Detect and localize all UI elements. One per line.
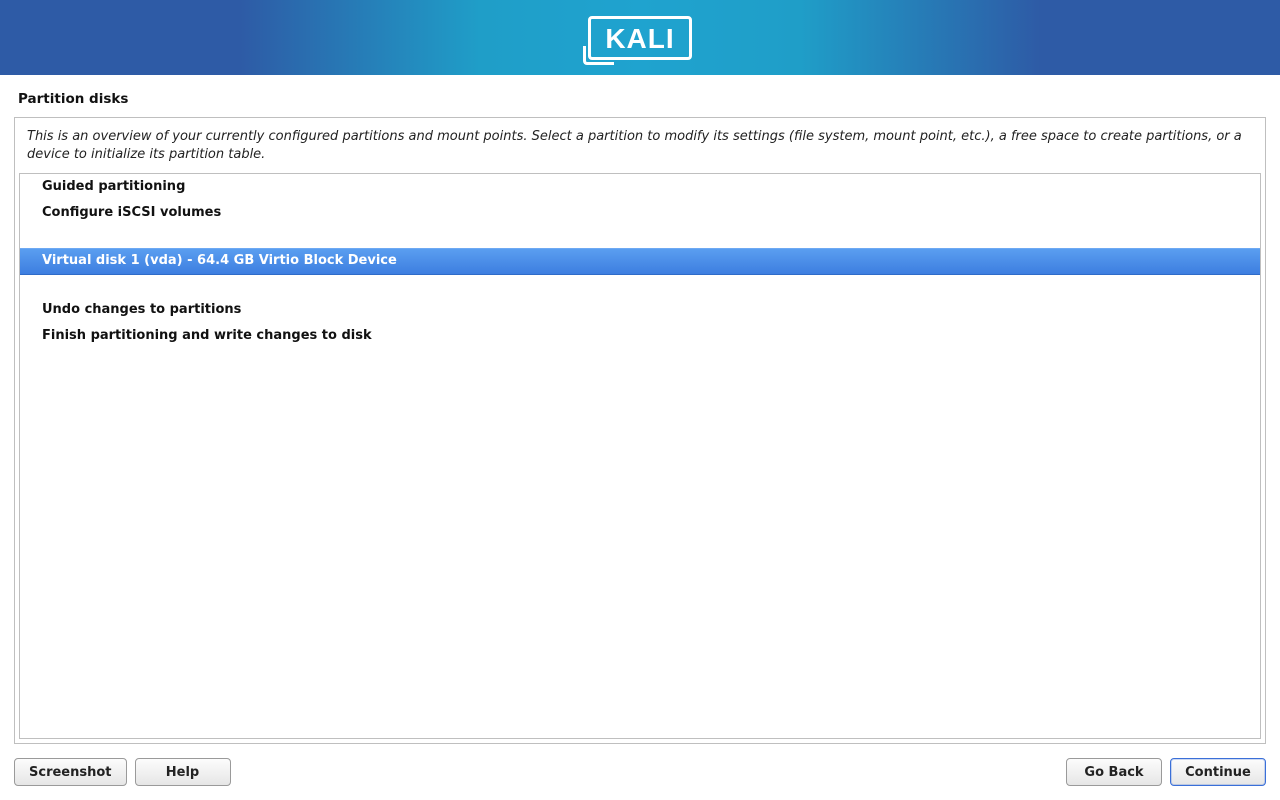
kali-logo: KALI	[588, 16, 691, 60]
continue-button[interactable]: Continue	[1170, 758, 1266, 786]
list-item-configure-iscsi[interactable]: Configure iSCSI volumes	[20, 200, 1260, 226]
list-item-undo-changes[interactable]: Undo changes to partitions	[20, 297, 1260, 323]
installer-banner: KALI	[0, 0, 1280, 75]
content-panel: This is an overview of your currently co…	[14, 117, 1266, 744]
list-item-guided-partitioning[interactable]: Guided partitioning	[20, 174, 1260, 200]
banner-center: KALI	[240, 0, 1040, 75]
partition-listbox[interactable]: Guided partitioning Configure iSCSI volu…	[19, 173, 1261, 739]
help-button[interactable]: Help	[135, 758, 231, 786]
list-separator	[20, 275, 1260, 297]
screenshot-button[interactable]: Screenshot	[14, 758, 127, 786]
list-item-finish-partitioning[interactable]: Finish partitioning and write changes to…	[20, 323, 1260, 349]
list-separator	[20, 226, 1260, 248]
kali-logo-text: KALI	[605, 23, 674, 54]
button-bar: Screenshot Help Go Back Continue	[0, 744, 1280, 800]
page-title: Partition disks	[0, 75, 1280, 117]
list-item-virtual-disk[interactable]: Virtual disk 1 (vda) - 64.4 GB Virtio Bl…	[20, 248, 1260, 274]
instructions-text: This is an overview of your currently co…	[15, 118, 1265, 173]
go-back-button[interactable]: Go Back	[1066, 758, 1162, 786]
